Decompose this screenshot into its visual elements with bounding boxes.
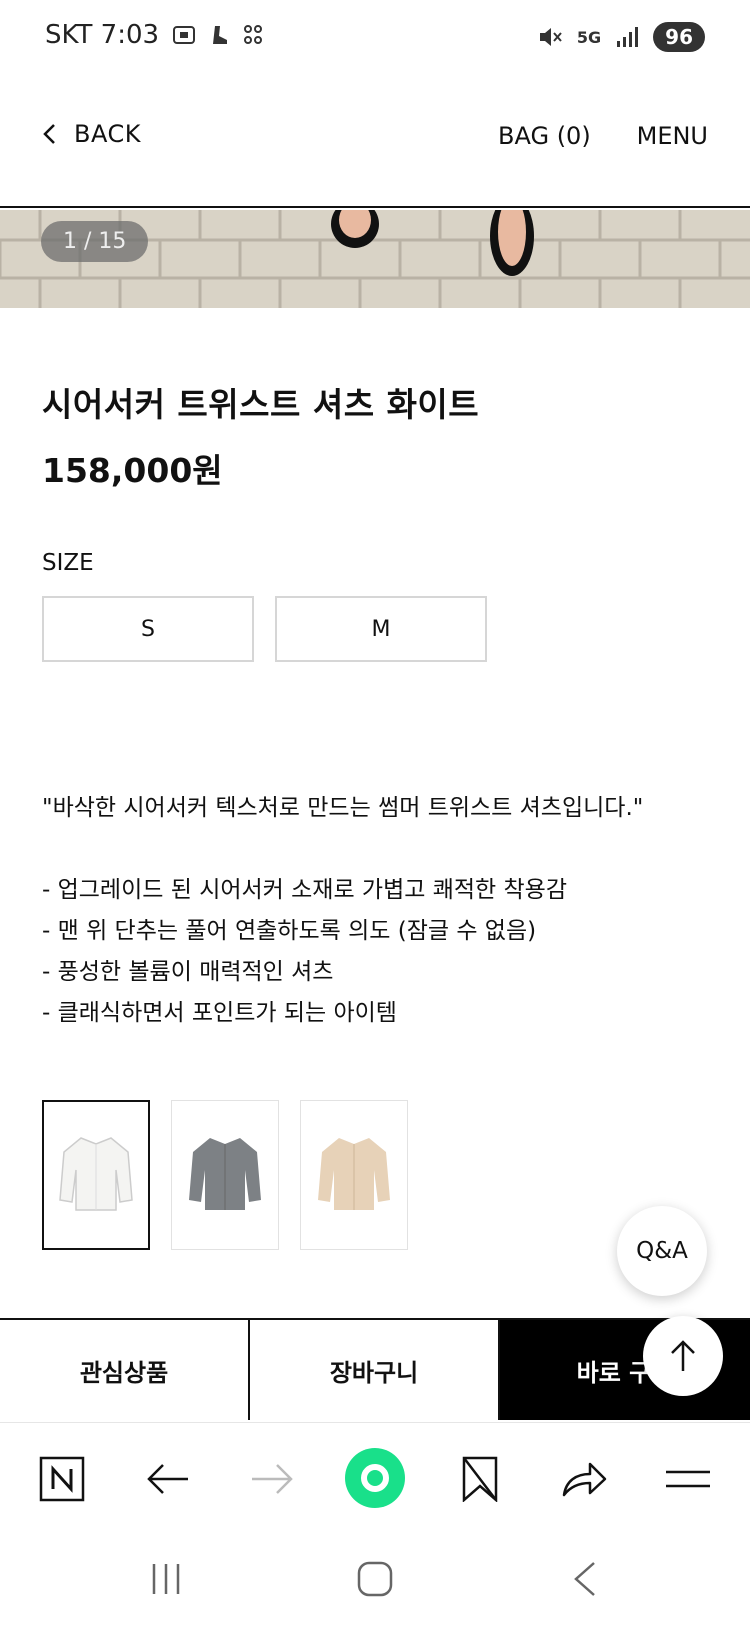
size-option-s[interactable]: S xyxy=(42,596,254,662)
signal-icon xyxy=(617,27,639,47)
image-counter: 1 / 15 xyxy=(41,221,149,262)
back-label: BACK xyxy=(74,120,141,148)
wishlist-button[interactable]: 관심상품 xyxy=(0,1320,250,1420)
color-thumb-gray[interactable] xyxy=(171,1100,279,1250)
chevron-left-icon xyxy=(43,124,55,144)
add-to-cart-button[interactable]: 장바구니 xyxy=(250,1320,500,1420)
home-icon[interactable] xyxy=(350,1554,400,1604)
product-description: "바삭한 시어서커 텍스처로 만드는 썸머 트위스트 셔츠입니다." - 업그레… xyxy=(42,788,643,1034)
product-title: 시어서커 트위스트 셔츠 화이트 xyxy=(42,385,480,424)
status-bar: SKT 7:03 5G 96 xyxy=(0,0,750,76)
back-button[interactable]: BACK xyxy=(42,120,141,148)
scroll-top-button[interactable] xyxy=(643,1316,723,1396)
product-image-gallery[interactable]: 1 / 15 xyxy=(0,210,750,308)
dots-icon xyxy=(244,25,263,44)
description-headline: "바삭한 시어서커 텍스처로 만드는 썸머 트위스트 셔츠입니다." xyxy=(42,795,644,821)
shirt-gray-image xyxy=(189,1138,261,1210)
carrier-time: SKT 7:03 xyxy=(45,20,160,50)
recents-icon[interactable] xyxy=(141,1554,191,1604)
color-thumb-white[interactable] xyxy=(42,1100,150,1250)
qa-button[interactable]: Q&A xyxy=(617,1206,707,1296)
shoe-icon xyxy=(213,26,228,44)
home-circle-icon[interactable] xyxy=(344,1447,406,1509)
battery-badge: 96 xyxy=(653,22,705,52)
share-icon[interactable] xyxy=(556,1451,612,1507)
bookmark-icon[interactable] xyxy=(452,1451,508,1507)
arrow-up-icon xyxy=(671,1340,695,1371)
browser-toolbar xyxy=(0,1422,750,1532)
top-header: BACK BAG (0) MENU xyxy=(0,76,750,208)
menu-icon[interactable] xyxy=(660,1451,716,1507)
system-nav-bar xyxy=(0,1532,750,1625)
description-bullet: - 업그레이드 된 시어서커 소재로 가볍고 쾌적한 착용감 xyxy=(42,877,567,903)
product-price: 158,000원 xyxy=(42,451,223,490)
mute-icon xyxy=(539,28,562,46)
forward-arrow-icon[interactable] xyxy=(244,1451,300,1507)
shirt-beige-image xyxy=(318,1138,390,1210)
color-thumb-beige[interactable] xyxy=(300,1100,408,1250)
shirt-white-image xyxy=(59,1137,133,1211)
bag-button[interactable]: BAG (0) xyxy=(498,122,591,150)
screenshot-icon xyxy=(173,26,196,44)
description-bullet: - 풍성한 볼륨이 매력적인 셔츠 xyxy=(42,959,334,985)
description-bullet: - 클래식하면서 포인트가 되는 아이템 xyxy=(42,1000,397,1026)
purchase-action-bar: 관심상품 장바구니 바로 구매 xyxy=(0,1318,750,1420)
back-icon[interactable] xyxy=(560,1554,610,1604)
menu-button[interactable]: MENU xyxy=(637,122,708,150)
network-label: 5G xyxy=(576,27,602,47)
size-option-m[interactable]: M xyxy=(275,596,487,662)
back-arrow-icon[interactable] xyxy=(140,1451,196,1507)
size-label: SIZE xyxy=(42,550,94,576)
naver-icon[interactable] xyxy=(34,1451,90,1507)
description-bullet: - 맨 위 단추는 풀어 연출하도록 의도 (잠글 수 없음) xyxy=(42,918,537,944)
